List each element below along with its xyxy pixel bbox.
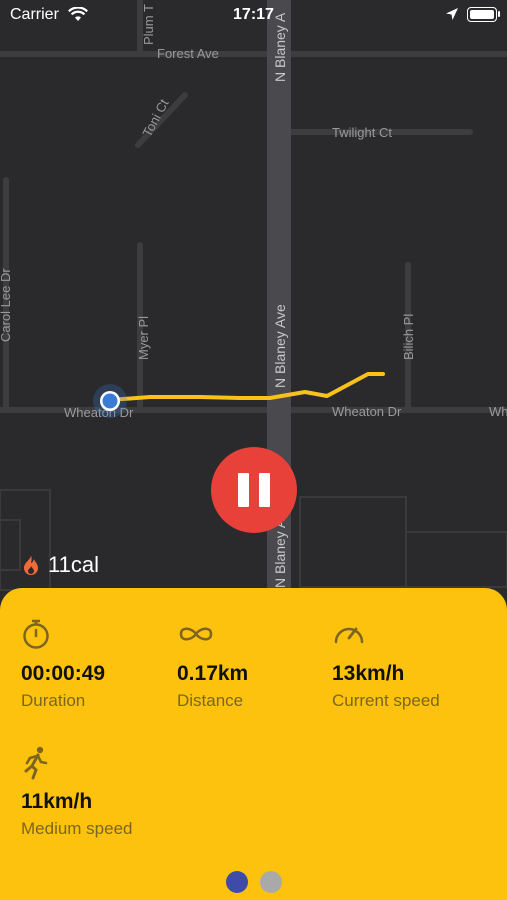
pause-button[interactable] xyxy=(211,447,297,533)
page-indicator[interactable] xyxy=(0,871,507,893)
calories-value: 11cal xyxy=(48,552,99,577)
label-twilight-ct: Twilight Ct xyxy=(332,125,392,140)
stopwatch-icon xyxy=(23,619,49,649)
speedometer-icon xyxy=(334,627,364,644)
stat-medium-speed: 11km/h Medium speed xyxy=(21,746,171,839)
medium-speed-label: Medium speed xyxy=(21,819,133,838)
status-bar: Carrier 17:17 xyxy=(0,0,507,32)
distance-value: 0.17km xyxy=(177,662,249,685)
stat-distance: 0.17km Distance xyxy=(177,618,327,711)
stats-panel[interactable]: 00:00:49 Duration 0.17km Distance 13km/h… xyxy=(0,588,507,900)
label-wheaton-dr-edge: Wh xyxy=(489,404,507,419)
stat-duration: 00:00:49 Duration xyxy=(21,618,171,711)
flame-icon xyxy=(24,555,38,575)
label-forest-ave: Forest Ave xyxy=(157,46,219,61)
label-wheaton-dr-right: Wheaton Dr xyxy=(332,404,402,419)
battery-icon xyxy=(467,7,497,22)
status-time: 17:17 xyxy=(233,6,274,23)
calories-indicator: 11cal xyxy=(22,552,99,578)
page-dot-inactive[interactable] xyxy=(259,871,282,893)
label-carol-lee-dr: Carol Lee Dr xyxy=(0,268,13,342)
medium-speed-value: 11km/h xyxy=(21,790,93,813)
current-speed-value: 13km/h xyxy=(332,662,405,685)
infinity-icon xyxy=(179,627,213,641)
stat-current-speed: 13km/h Current speed xyxy=(332,618,482,711)
label-bilich-pl: Bilich Pl xyxy=(401,314,416,360)
label-n-blaney-mid: N Blaney Ave xyxy=(272,304,288,388)
label-myer-pl: Myer Pl xyxy=(136,316,151,360)
running-person-icon xyxy=(24,746,48,780)
location-arrow-icon xyxy=(446,8,458,20)
current-location-marker xyxy=(93,384,127,418)
duration-label: Duration xyxy=(21,691,86,710)
page-dot-active[interactable] xyxy=(225,871,248,893)
current-speed-label: Current speed xyxy=(332,691,440,710)
distance-label: Distance xyxy=(177,691,244,710)
duration-value: 00:00:49 xyxy=(21,662,106,685)
